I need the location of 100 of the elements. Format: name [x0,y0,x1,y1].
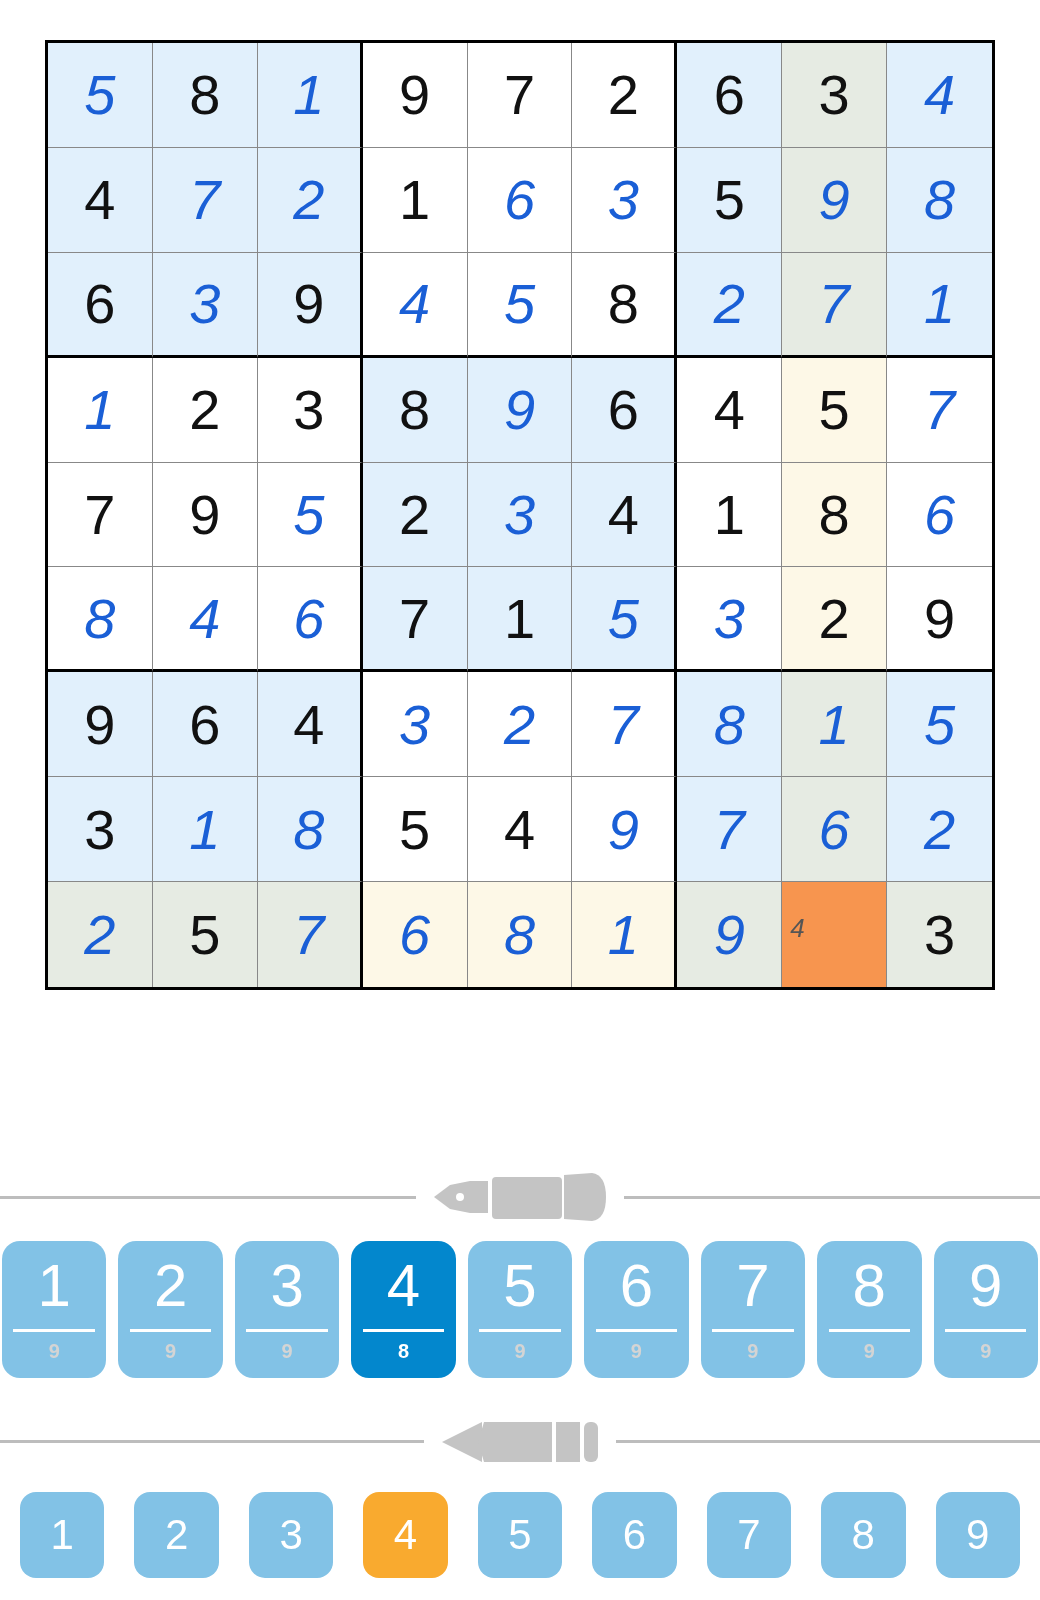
board-cell[interactable]: 8 [257,777,363,883]
board-cell[interactable]: 7 [152,147,258,253]
board-cell[interactable]: 4 [572,462,678,568]
board-cell[interactable]: 3 [152,252,258,358]
cell-digit: 8 [713,691,745,757]
cell-digit: 5 [399,796,431,862]
cell-digit: 8 [399,377,431,443]
board-cell[interactable]: 5 [887,672,992,778]
board-cell[interactable]: 3 [257,357,363,463]
board-cell[interactable]: 7 [572,672,678,778]
board-cell[interactable]: 5 [257,462,363,568]
board-cell[interactable]: 8 [467,882,573,987]
board-cell[interactable]: 2 [152,357,258,463]
cell-digit: 6 [399,902,431,968]
board-cell[interactable]: 1 [677,462,783,568]
board-cell[interactable]: 3 [887,882,992,987]
board-cell[interactable]: 6 [572,357,678,463]
board-cell[interactable]: 1 [257,43,363,148]
board-cell[interactable]: 9 [572,777,678,883]
board-cell[interactable]: 6 [887,462,992,568]
board-cell[interactable]: 6 [677,43,783,148]
cell-digit: 2 [923,796,956,862]
board-cell[interactable]: 1 [782,672,888,778]
cell-digit: 9 [399,62,431,128]
board-cell[interactable]: 9 [257,252,363,358]
board-cell[interactable]: 7 [887,357,992,463]
cell-digit: 6 [923,482,956,547]
board-cell[interactable]: 7 [48,462,153,568]
cell-digit: 5 [818,377,850,443]
cell-digit: 1 [818,691,850,757]
board-cell[interactable]: 2 [257,147,363,253]
cell-digit: 1 [607,902,639,968]
board-cell[interactable]: 9 [48,672,153,778]
cell-digit: 8 [607,271,639,337]
board-cell[interactable]: 8 [677,672,783,778]
board-cell[interactable]: 2 [887,777,992,883]
pencil-mark: 4 [790,913,805,945]
board-cell[interactable]: 9 [362,43,468,148]
cell-digit: 8 [84,585,116,651]
board-cell[interactable]: 4 [152,567,258,673]
board-cell[interactable]: 4 [467,777,573,883]
board-cell[interactable]: 6 [467,147,573,253]
board-cell[interactable]: 4 [362,252,468,358]
board-cell[interactable]: 5 [362,777,468,883]
board-cell[interactable]: 6 [362,882,468,987]
board-cell[interactable]: 7 [467,43,573,148]
board-cell[interactable]: 3 [572,147,678,253]
board-cell[interactable]: 5 [467,252,573,358]
board-cell[interactable]: 7 [677,777,783,883]
cell-digit: 3 [189,271,221,337]
cell-digit: 8 [503,902,536,968]
board-cell[interactable]: 1 [48,357,153,463]
board-cell[interactable]: 3 [467,462,573,568]
cell-digit: 3 [503,482,536,547]
board-cell[interactable]: 3 [677,567,783,673]
board-cell[interactable]: 5 [782,357,888,463]
board-cell[interactable]: 4 [887,43,992,148]
board-cell[interactable]: 4 [48,147,153,253]
board-cell[interactable]: 9 [782,147,888,253]
board-cell[interactable]: 3 [362,672,468,778]
board-cell[interactable]: 2 [782,567,888,673]
cell-digit: 4 [293,691,325,757]
cell-digit: 4 [399,271,431,337]
board-cell[interactable]: 4 [677,357,783,463]
board-cell[interactable]: 1 [887,252,992,358]
board-cell[interactable]: 5 [48,43,153,148]
board-cell[interactable]: 8 [887,147,992,253]
number-key[interactable]: 4 8 [351,1241,456,1378]
board-cell[interactable]: 1 [362,147,468,253]
cell-digit: 7 [399,585,431,651]
board-cell[interactable]: 7 [257,882,363,987]
board-cell[interactable]: 7 [362,567,468,673]
board-cell[interactable]: 2 [677,252,783,358]
cell-digit: 2 [713,271,745,337]
board-cell[interactable]: 8 [48,567,153,673]
board-cell[interactable]: 2 [48,882,153,987]
board-cell[interactable]: 6 [152,672,258,778]
board-cell[interactable]: 3 [782,43,888,148]
board-cell[interactable]: 9 [677,882,783,987]
board-cell[interactable]: 8 [152,43,258,148]
board-cell[interactable]: 8 [782,462,888,568]
board-cell[interactable]: 2 [572,43,678,148]
board-cell[interactable]: 6 [782,777,888,883]
cell-digit: 3 [84,796,116,862]
cell-digit: 2 [818,585,850,651]
board-cell[interactable]: 9 [467,357,573,463]
board-cell[interactable]: 1 [152,777,258,883]
board-cell[interactable]: 6 [48,252,153,358]
board-cell[interactable]: 2 [467,672,573,778]
board-cell[interactable]: 5 [152,882,258,987]
board-cell[interactable]: 4 [257,672,363,778]
board-cell[interactable]: 3 [48,777,153,883]
board-cell[interactable]: 4 [782,882,888,987]
board-cell[interactable]: 7 [782,252,888,358]
board-cell[interactable]: 8 [362,357,468,463]
board-cell[interactable]: 2 [362,462,468,568]
board-cell[interactable]: 5 [677,147,783,253]
board-cell[interactable]: 9 [152,462,258,568]
cell-digit: 5 [293,482,325,547]
board-cell[interactable]: 1 [467,567,573,673]
